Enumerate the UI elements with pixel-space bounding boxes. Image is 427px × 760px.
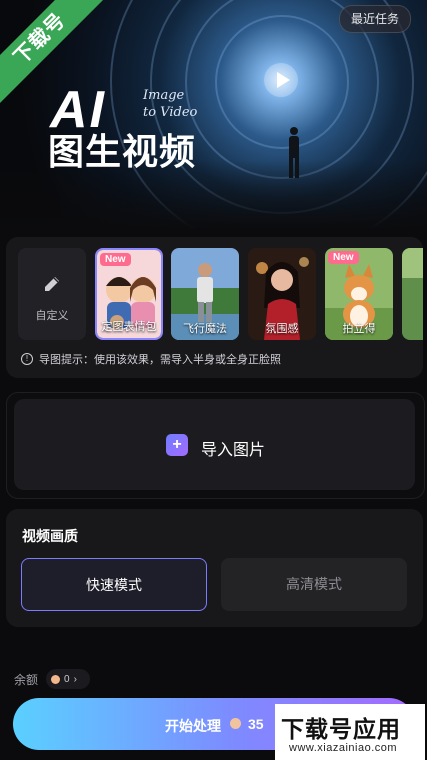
effect-label: 氛围感	[265, 323, 299, 335]
chevron-right-icon: ›	[73, 673, 77, 685]
pencil-icon	[45, 277, 59, 291]
quality-title: 视频画质	[22, 528, 78, 544]
effect-thumb-polaroid[interactable]: New 拍立得	[325, 248, 393, 340]
effect-label: 飞行魔法	[183, 323, 227, 335]
watermark-url: www.xiazainiao.com	[289, 742, 398, 754]
start-processing-label: 开始处理	[165, 718, 221, 734]
balance-amount: 0	[64, 673, 70, 685]
banner-script-line2: to Video	[143, 105, 198, 120]
banner-title-cn: 图生视频	[48, 131, 197, 172]
new-badge: New	[328, 251, 359, 264]
effect-tip-text: 导图提示：使用该效果，需导入半身或全身正脸照	[39, 354, 281, 366]
effect-label: 定图表情包	[101, 321, 157, 333]
effect-thumb-flying[interactable]: 飞行魔法	[171, 248, 239, 340]
play-icon	[264, 63, 298, 97]
effect-thumb-stickers[interactable]: New 定图表情包	[95, 248, 163, 340]
watermark-title: 下载号应用	[281, 716, 401, 742]
banner-script-line1: Image	[143, 88, 185, 103]
effect-tip: ! 导图提示：使用该效果，需导入半身或全身正脸照	[21, 351, 281, 367]
recent-tasks-button[interactable]: 最近任务	[338, 5, 411, 33]
info-icon: !	[21, 353, 33, 365]
coin-icon	[51, 674, 60, 684]
effect-thumb-vibe[interactable]: 氛围感	[248, 248, 316, 340]
hero-banner: AI Image to Video 图生视频 下载号	[0, 0, 427, 230]
fast-mode-button[interactable]: 快速模式	[21, 558, 207, 611]
coin-icon	[230, 718, 241, 729]
banner-title-ai: AI	[50, 81, 106, 139]
balance-label: 余额	[14, 673, 39, 687]
import-image-label: 导入图片	[201, 442, 266, 459]
park-image	[402, 248, 423, 340]
start-cost: 35	[248, 716, 264, 732]
custom-effect-tile[interactable]: 自定义	[18, 248, 86, 340]
balance-pill[interactable]: 0 ›	[46, 669, 90, 689]
custom-effect-label: 自定义	[35, 310, 69, 322]
effect-label: 拍立得	[342, 323, 376, 335]
effect-thumb-partial[interactable]	[402, 248, 423, 340]
new-badge: New	[100, 253, 131, 266]
hd-mode-button[interactable]: 高清模式	[221, 558, 407, 611]
plus-icon: +	[166, 434, 188, 456]
